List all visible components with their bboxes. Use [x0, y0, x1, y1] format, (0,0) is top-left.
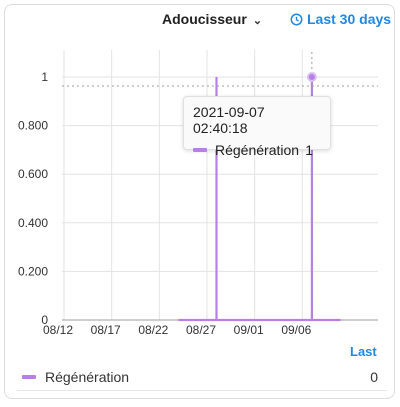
x-tick-label: 09/06: [281, 323, 311, 337]
x-tick-label: 08/27: [186, 323, 216, 337]
y-tick-label: 0.800: [18, 119, 48, 133]
history-chart[interactable]: 0 0.200 0.400 0.600 0.800 1 08/12 08/17 08/22 08/…: [0, 0, 400, 402]
chart-area[interactable]: 0 0.200 0.400 0.600 0.800 1 08/12 08/17 08/22 08/…: [0, 0, 400, 402]
hover-point: [306, 72, 317, 82]
y-tick-label: 0.400: [18, 216, 48, 230]
x-tick-label: 08/22: [138, 323, 168, 337]
legend-series-name: Régénération: [45, 369, 130, 385]
x-tick-label: 08/17: [91, 323, 121, 337]
legend-series-swatch: [22, 375, 36, 379]
tooltip-datetime: 2021-09-07 02:40:18: [193, 104, 265, 136]
legend-series-value: 0: [370, 369, 378, 385]
tooltip-series-name: Régénération: [215, 142, 300, 158]
y-tick-label: 0.600: [18, 167, 48, 181]
y-tick-label: 0.200: [18, 264, 48, 278]
y-tick-label: 1: [41, 70, 48, 84]
legend-row[interactable]: Régénération 0: [17, 364, 387, 391]
tooltip-value: 1: [305, 142, 313, 158]
tooltip-row: Régénération 1: [193, 142, 321, 158]
x-tick-label: 09/01: [234, 323, 264, 337]
chart-tooltip: 2021-09-07 02:40:18 Régénération 1: [183, 96, 331, 158]
x-tick-label: 08/12: [43, 323, 73, 337]
tooltip-series-swatch: [193, 148, 207, 152]
legend-last-header[interactable]: Last: [350, 344, 377, 359]
